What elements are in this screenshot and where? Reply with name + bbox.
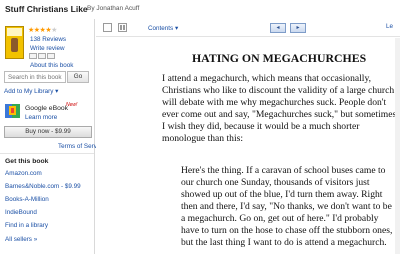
add-to-library-link[interactable]: Add to My Library ▾ [4,88,58,95]
seller-indiebound[interactable]: IndieBound [5,209,37,216]
sidebar: ★★★★★ 138 Reviews Write review About thi… [0,19,105,254]
contents-menu[interactable]: Contents ▾ [148,25,178,32]
buy-now-button[interactable]: Buy now - $9.99 [4,126,92,138]
about-book-link[interactable]: About this book [30,62,73,69]
write-review-link[interactable]: Write review [30,45,65,52]
new-badge: New! [66,102,78,108]
book-cover[interactable] [5,26,24,59]
share-button-1[interactable] [29,53,37,59]
indented-quote: Here's the thing. If a caravan of school… [181,165,393,248]
cover-banner [7,28,22,36]
all-sellers-link[interactable]: All sellers » [5,236,37,243]
seller-amazon[interactable]: Amazon.com [5,170,42,177]
go-button[interactable]: Go [67,71,89,83]
page-scrollbar[interactable] [395,38,400,254]
next-page-button[interactable]: ▸ [290,23,306,33]
single-page-view-icon[interactable] [103,23,112,32]
seller-books-a-million[interactable]: Books-A-Million [5,196,49,203]
rating-empty-star: ★ [51,27,57,34]
body-paragraph: I attend a megachurch, which means that … [162,73,397,144]
reviews-link[interactable]: 138 Reviews [30,36,66,43]
reader-toolbar: Contents ▾ ◂ ▸ Le [96,19,400,37]
rating-filled-stars: ★★★★ [28,27,52,34]
seller-barnes-noble[interactable]: Barnes&Noble.com - $9.99 [5,183,81,190]
book-page: HATING ON MEGACHURCHES I attend a megach… [96,38,400,254]
sidebar-divider [0,153,94,154]
search-input[interactable] [4,71,66,83]
book-title: Stuff Christians Like [5,4,88,14]
ebook-label: Google eBook [25,105,69,112]
chapter-title: HATING ON MEGACHURCHES [192,51,367,65]
previous-page-button[interactable]: ◂ [270,23,286,33]
two-page-view-icon[interactable] [118,23,127,32]
share-buttons [29,53,56,60]
book-author: By Jonathan Acuff [87,5,140,12]
toolbar-right-link[interactable]: Le [386,23,400,33]
share-button-2[interactable] [38,53,46,59]
learn-more-link[interactable]: Learn more [25,114,57,121]
share-button-3[interactable] [47,53,55,59]
cover-figure [11,38,18,52]
find-in-library-link[interactable]: Find in a library [5,222,48,229]
google-ebook-icon [5,104,20,118]
rating-stars: ★★★★★ [28,26,57,34]
get-book-heading: Get this book [5,158,49,165]
title-bar: Stuff Christians Like By Jonathan Acuff [0,0,400,19]
